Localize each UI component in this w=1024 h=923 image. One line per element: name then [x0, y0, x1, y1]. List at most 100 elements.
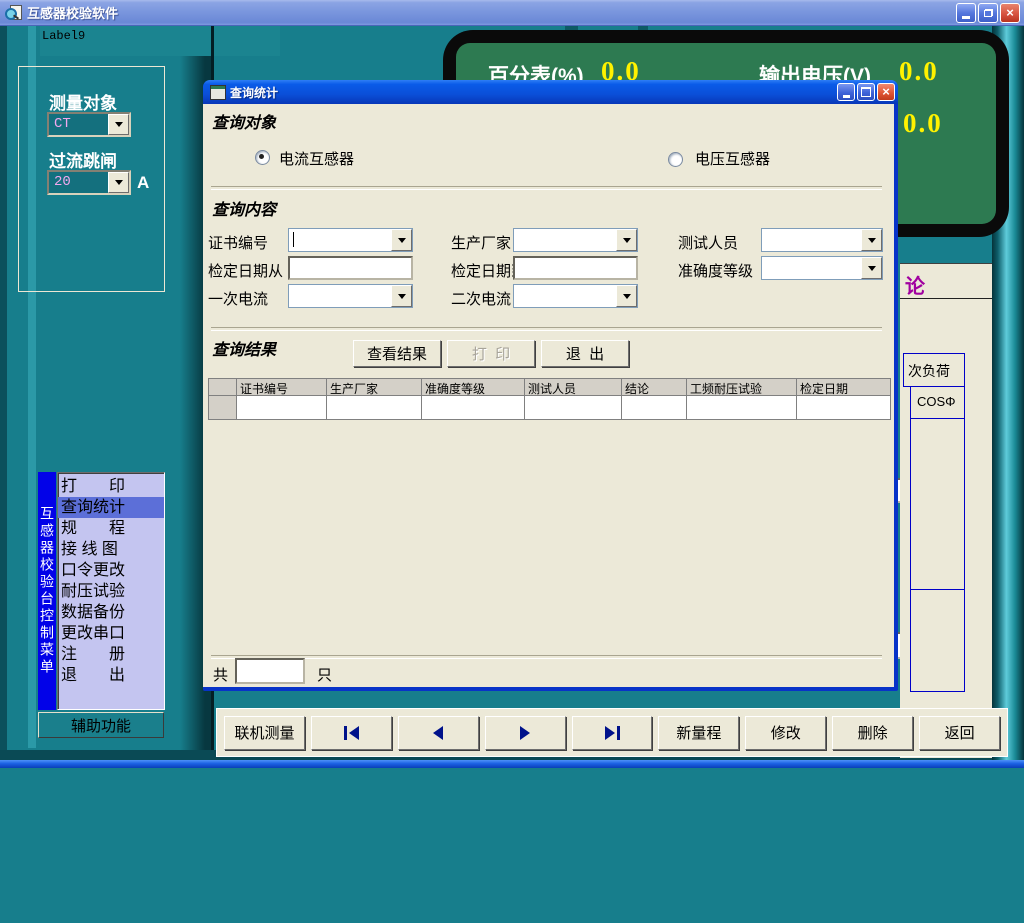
separator	[211, 655, 882, 659]
accuracy-combo[interactable]	[761, 256, 883, 280]
table-row[interactable]	[209, 396, 890, 419]
output-voltage-value: 0.0	[899, 56, 939, 87]
text-cursor	[293, 232, 294, 247]
exit-button[interactable]: 退 出	[541, 340, 629, 367]
secondary-current-label: 二次电流	[451, 288, 511, 309]
menu-item-withstand-test[interactable]: 耐压试验	[58, 581, 164, 602]
label9: Label9	[42, 29, 85, 43]
chevron-down-icon[interactable]	[108, 114, 129, 135]
view-result-button[interactable]: 查看结果	[353, 340, 441, 367]
chevron-down-icon[interactable]	[616, 229, 637, 251]
result-side-panel: 论 次负荷 COSΦ 0.8 0.8	[900, 263, 992, 758]
secondary-current-combo[interactable]	[513, 284, 638, 308]
row-selector-header	[209, 379, 237, 396]
radio-current-transformer[interactable]	[255, 150, 270, 165]
online-measure-button[interactable]: 联机测量	[224, 716, 305, 750]
cos-lower-cell	[910, 589, 965, 692]
menu-item-serial-change[interactable]: 更改串口	[58, 623, 164, 644]
ampere-unit-label: A	[137, 173, 149, 193]
separator	[211, 186, 882, 190]
bottom-toolbar: 联机测量 新量程 修改 删除 返回	[216, 708, 1008, 757]
dialog-body: 查询对象 电流互感器 电压互感器 查询内容 证书编号 生产厂家 测试人员 检定日…	[203, 104, 890, 687]
chevron-down-icon[interactable]	[391, 285, 412, 307]
header-accuracy[interactable]: 准确度等级	[422, 379, 525, 396]
manufacturer-combo[interactable]	[513, 228, 638, 252]
header-tester[interactable]: 测试人员	[525, 379, 622, 396]
accuracy-label: 准确度等级	[678, 260, 753, 281]
row-selector-cell[interactable]	[209, 396, 237, 419]
header-conclusion[interactable]: 结论	[622, 379, 687, 396]
previous-record-button[interactable]	[398, 716, 479, 750]
main-titlebar: 互感器校验软件 ×	[0, 0, 1024, 26]
table-header-row: 证书编号 生产厂家 准确度等级 测试人员 结论 工频耐压试验 检定日期	[209, 379, 890, 396]
menu-item-exit[interactable]: 退 出	[58, 665, 164, 686]
chevron-down-icon[interactable]	[861, 229, 882, 251]
previous-record-icon	[433, 726, 443, 740]
query-stats-dialog: 查询统计 × 查询对象 电流互感器 电压互感器 查询内容 证书编号 生产厂家 测…	[203, 80, 898, 691]
overcurrent-trip-value: 20	[54, 174, 71, 190]
delete-button[interactable]: 删除	[832, 716, 913, 750]
radio-current-transformer-label[interactable]: 电流互感器	[279, 148, 354, 169]
tester-label: 测试人员	[678, 232, 738, 253]
first-record-button[interactable]	[311, 716, 392, 750]
overcurrent-trip-combo[interactable]: 20	[47, 170, 131, 195]
chevron-down-icon[interactable]	[861, 257, 882, 279]
menu-item-wiring-diagram[interactable]: 接 线 图	[58, 539, 164, 560]
restore-button[interactable]	[978, 3, 998, 23]
cert-no-label: 证书编号	[208, 232, 268, 253]
minimize-button[interactable]	[956, 3, 976, 23]
cert-no-combo[interactable]	[288, 228, 413, 252]
aux-function-button[interactable]: 辅助功能	[38, 712, 164, 738]
bottom-blue-strip	[0, 760, 1024, 768]
header-verify-date[interactable]: 检定日期	[797, 379, 890, 396]
menu-item-password-change[interactable]: 口令更改	[58, 560, 164, 581]
dialog-title: 查询统计	[230, 84, 278, 101]
dialog-maximize-button[interactable]	[857, 83, 875, 101]
menu-item-register[interactable]: 注 册	[58, 644, 164, 665]
separator	[211, 327, 882, 331]
manufacturer-label: 生产厂家	[451, 232, 511, 253]
header-cert-no[interactable]: 证书编号	[237, 379, 327, 396]
next-record-button[interactable]	[485, 716, 566, 750]
result-table: 证书编号 生产厂家 准确度等级 测试人员 结论 工频耐压试验 检定日期	[208, 378, 891, 420]
header-manufacturer[interactable]: 生产厂家	[327, 379, 422, 396]
radio-voltage-transformer-label[interactable]: 电压互感器	[695, 148, 770, 169]
total-count-input[interactable]	[235, 658, 305, 684]
date-from-input[interactable]	[288, 256, 413, 280]
menu-item-query-stats[interactable]: 查询统计	[58, 497, 164, 518]
menu-item-data-backup[interactable]: 数据备份	[58, 602, 164, 623]
control-menu-list: 打 印 查询统计 规 程 接 线 图 口令更改 耐压试验 数据备份 更改串口 注…	[57, 472, 165, 710]
primary-current-combo[interactable]	[288, 284, 413, 308]
dialog-close-button[interactable]: ×	[877, 83, 895, 101]
last-record-icon	[605, 726, 615, 740]
section-query-content: 查询内容	[212, 196, 276, 220]
close-button[interactable]: ×	[1000, 3, 1020, 23]
app-icon	[5, 4, 22, 21]
measure-panel: 测量对象 CT 过流跳闸 20 A	[18, 66, 165, 292]
measure-object-value: CT	[54, 116, 71, 132]
date-to-input[interactable]	[513, 256, 638, 280]
panel-divider	[900, 298, 992, 299]
chevron-down-icon[interactable]	[616, 285, 637, 307]
modify-button[interactable]: 修改	[745, 716, 826, 750]
next-record-icon	[520, 726, 530, 740]
measure-object-combo[interactable]: CT	[47, 112, 131, 137]
menu-item-print[interactable]: 打 印	[58, 476, 164, 497]
header-withstand-test[interactable]: 工频耐压试验	[687, 379, 797, 396]
app-title: 互感器校验软件	[27, 3, 118, 22]
dialog-minimize-button[interactable]	[837, 83, 855, 101]
chevron-down-icon[interactable]	[391, 229, 412, 251]
control-menu-title: 互感器校验台控制菜单	[38, 506, 56, 676]
menu-item-regulation[interactable]: 规 程	[58, 518, 164, 539]
print-button[interactable]: 打 印	[447, 340, 535, 367]
radio-voltage-transformer[interactable]	[668, 152, 683, 167]
new-range-button[interactable]: 新量程	[658, 716, 739, 750]
tester-combo[interactable]	[761, 228, 883, 252]
last-record-button[interactable]	[572, 716, 653, 750]
conclusion-partial-title: 论	[905, 270, 925, 299]
overcurrent-trip-label: 过流跳闸	[49, 147, 117, 172]
section-query-result: 查询结果	[212, 336, 276, 360]
dialog-titlebar: 查询统计 ×	[203, 80, 898, 104]
back-button[interactable]: 返回	[919, 716, 1000, 750]
chevron-down-icon[interactable]	[108, 172, 129, 193]
